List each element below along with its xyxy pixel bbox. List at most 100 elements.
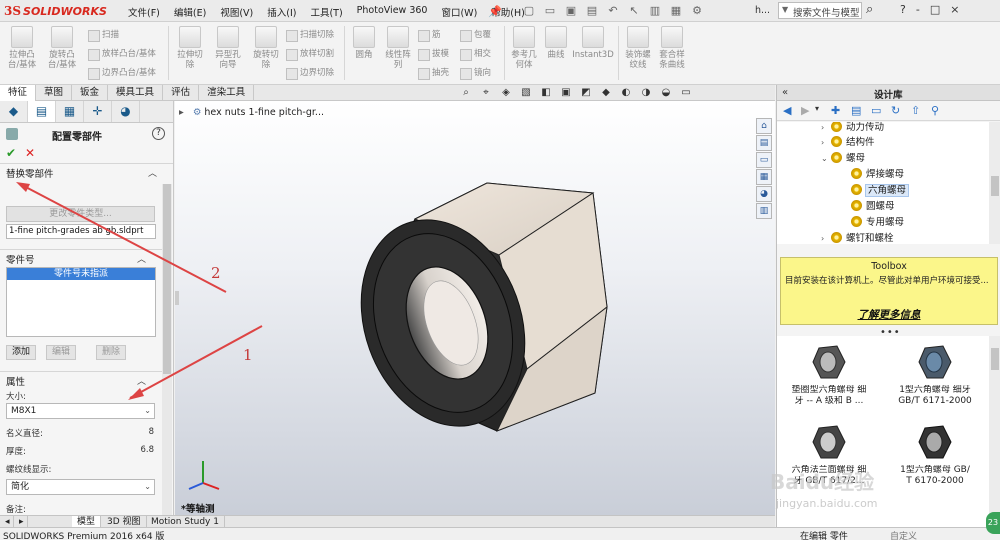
add-button[interactable]: 添加 [6, 345, 36, 360]
print-icon[interactable]: ▤ [583, 3, 601, 19]
help-icon[interactable]: ? [900, 3, 906, 16]
search-input[interactable]: ▼ 搜索文件与模型 [778, 2, 862, 19]
zoom-to-area-icon[interactable]: ⌖ [478, 87, 494, 99]
gallery-item[interactable]: 1型六角螺母 GB/ T 6170-2000 [885, 422, 985, 487]
design-library-icon[interactable]: ▤ [756, 135, 772, 151]
tree-node-structural[interactable]: › 结构件 [821, 136, 875, 150]
graphics-area[interactable]: ▸ ⚙ hex nuts 1-fine pitch-gr... *等轴测 [175, 101, 775, 515]
learn-more-link[interactable]: 了解更多信息 [781, 307, 997, 322]
loft-boss-button[interactable]: 放样凸台/基体 [88, 47, 156, 61]
menu-photoview[interactable]: PhotoView 360 [357, 5, 428, 19]
ok-check-icon[interactable]: ✔ [6, 146, 16, 160]
monitor-icon[interactable]: ▭ [678, 87, 694, 99]
draft-button[interactable]: 拔模 [418, 47, 449, 61]
intersect-button[interactable]: 相交 [460, 47, 491, 61]
delete-button[interactable]: 删除 [96, 345, 126, 360]
group-replace-component-header[interactable]: 替换零部件 ︿ [0, 163, 173, 180]
edit-button[interactable]: 编辑 [46, 345, 76, 360]
hole-wizard-button[interactable]: 异型孔 向导 [208, 26, 248, 70]
save-icon[interactable]: ▣ [562, 3, 580, 19]
tab-render-tools[interactable]: 渲染工具 [199, 85, 255, 101]
gallery-item[interactable]: 1型六角螺母 细牙 GB/T 6171-2000 [885, 342, 985, 407]
lofted-cut-button[interactable]: 放样切割 [286, 47, 334, 61]
section-view-icon[interactable]: ▧ [518, 87, 534, 99]
wrap-button[interactable]: 包覆 [460, 28, 491, 42]
up-one-level-icon[interactable]: ⇧ [911, 104, 920, 117]
history-dropdown-icon[interactable]: ▾ [815, 104, 819, 113]
tree-node-nuts[interactable]: ⌄ 螺母 [821, 152, 865, 166]
tree-node-weld-nuts[interactable]: 焊接螺母 [841, 168, 904, 182]
revolve-boss-button[interactable]: 旋转凸 台/基体 [42, 26, 82, 70]
minimize-button[interactable]: - [916, 3, 920, 16]
instant3d-button[interactable]: Instant3D [570, 26, 616, 60]
tree-node-special-nuts[interactable]: 专用螺母 [841, 216, 904, 230]
open-folder-icon[interactable]: ▭ [541, 3, 559, 19]
dimxpert-tab-icon[interactable]: ✛ [84, 101, 112, 122]
tree-node-hex-nuts[interactable]: 六角螺母 [841, 184, 910, 198]
display-style-icon[interactable]: ◩ [578, 87, 594, 99]
collapse-pane-icon[interactable]: « [782, 87, 788, 98]
zoom-to-fit-icon[interactable]: ⌕ [458, 87, 474, 99]
boundary-boss-button[interactable]: 边界凸台/基体 [88, 66, 156, 80]
tab-sheet-metal[interactable]: 钣金 [72, 85, 109, 101]
rib-button[interactable]: 筋 [418, 28, 441, 42]
view-palette-icon[interactable]: ▦ [756, 169, 772, 185]
menu-window[interactable]: 窗口(W) [441, 5, 477, 19]
hide-show-items-icon[interactable]: ◆ [598, 87, 614, 99]
expander-icon[interactable]: › [821, 232, 831, 244]
linear-pattern-button[interactable]: 线性阵列 [378, 26, 418, 70]
tab-sketch[interactable]: 草图 [36, 85, 73, 101]
property-manager-tab-icon[interactable]: ▤ [28, 101, 56, 122]
display-manager-tab-icon[interactable]: ◕ [112, 101, 140, 122]
create-folder-icon[interactable]: ▭ [871, 104, 881, 117]
shell-button[interactable]: 抽壳 [418, 66, 449, 80]
units-custom-status[interactable]: 自定义 [890, 529, 917, 540]
custom-properties-icon[interactable]: ▥ [756, 203, 772, 219]
component-file-field[interactable]: 1-fine pitch-grades ab gb.sldprt [6, 224, 156, 239]
group-part-number-header[interactable]: 零件号 ︿ [0, 249, 162, 266]
file-explorer-icon[interactable]: ▭ [756, 152, 772, 168]
file-properties-icon[interactable]: ▦ [667, 3, 685, 19]
change-part-type-button[interactable]: 更改零件类型... [6, 206, 155, 222]
menu-file[interactable]: 文件(F) [128, 5, 160, 19]
scrollbar-thumb[interactable] [991, 348, 999, 370]
feature-manager-tab-icon[interactable]: ◆ [0, 101, 28, 122]
apply-scene-icon[interactable]: ◑ [638, 87, 654, 99]
list-item[interactable]: 零件号未指派 [7, 268, 155, 280]
close-button[interactable]: × [950, 3, 959, 16]
property-manager-scrollbar[interactable] [162, 184, 172, 515]
previous-view-icon[interactable]: ◈ [498, 87, 514, 99]
fit-spline-button[interactable]: 套合样 条曲线 [652, 26, 692, 70]
back-icon[interactable]: ◀ [783, 104, 791, 117]
expander-icon[interactable]: › [821, 122, 831, 135]
refresh-icon[interactable]: ↻ [891, 104, 900, 117]
forward-icon[interactable]: ▶ [801, 104, 809, 117]
undo-icon[interactable]: ↶ [604, 3, 622, 19]
scrollbar-thumb[interactable] [991, 176, 999, 196]
extrude-boss-button[interactable]: 拉伸凸 台/基体 [2, 26, 42, 70]
pin-menu-icon[interactable]: 📌 [488, 5, 502, 18]
notification-badge[interactable]: 23 [986, 512, 1000, 534]
sweep-button[interactable]: 扫描 [88, 28, 119, 42]
menu-edit[interactable]: 编辑(E) [174, 5, 206, 19]
edit-appearance-icon[interactable]: ◐ [618, 87, 634, 99]
menu-view[interactable]: 视图(V) [220, 5, 253, 19]
tab-mold-tools[interactable]: 模具工具 [108, 85, 164, 101]
view-settings-icon[interactable]: ◒ [658, 87, 674, 99]
view-orientation-icon[interactable]: ▣ [558, 87, 574, 99]
expander-icon[interactable]: › [821, 136, 831, 150]
solidworks-logo[interactable]: 3S SOLIDWORKS [4, 3, 107, 19]
search-icon[interactable]: ⌕ [866, 2, 873, 17]
gallery-scrollbar[interactable] [989, 336, 1000, 527]
tree-node-power-transmission[interactable]: › 动力传动 [821, 122, 884, 135]
extrude-cut-button[interactable]: 拉伸切除 [170, 26, 210, 70]
toolbox-icon[interactable]: ⚲ [931, 104, 939, 117]
tree-node-round-nuts[interactable]: 圆螺母 [841, 200, 895, 214]
help-icon[interactable]: ? [152, 127, 165, 140]
part-number-list[interactable]: 零件号未指派 [6, 267, 156, 337]
collapse-chevron-icon[interactable]: ︿ [137, 374, 146, 387]
hex-nut-model[interactable] [175, 101, 775, 515]
add-to-library-icon[interactable]: ✚ [831, 104, 840, 117]
revolve-cut-button[interactable]: 旋转切除 [246, 26, 286, 70]
swept-cut-button[interactable]: 扫描切除 [286, 28, 334, 42]
